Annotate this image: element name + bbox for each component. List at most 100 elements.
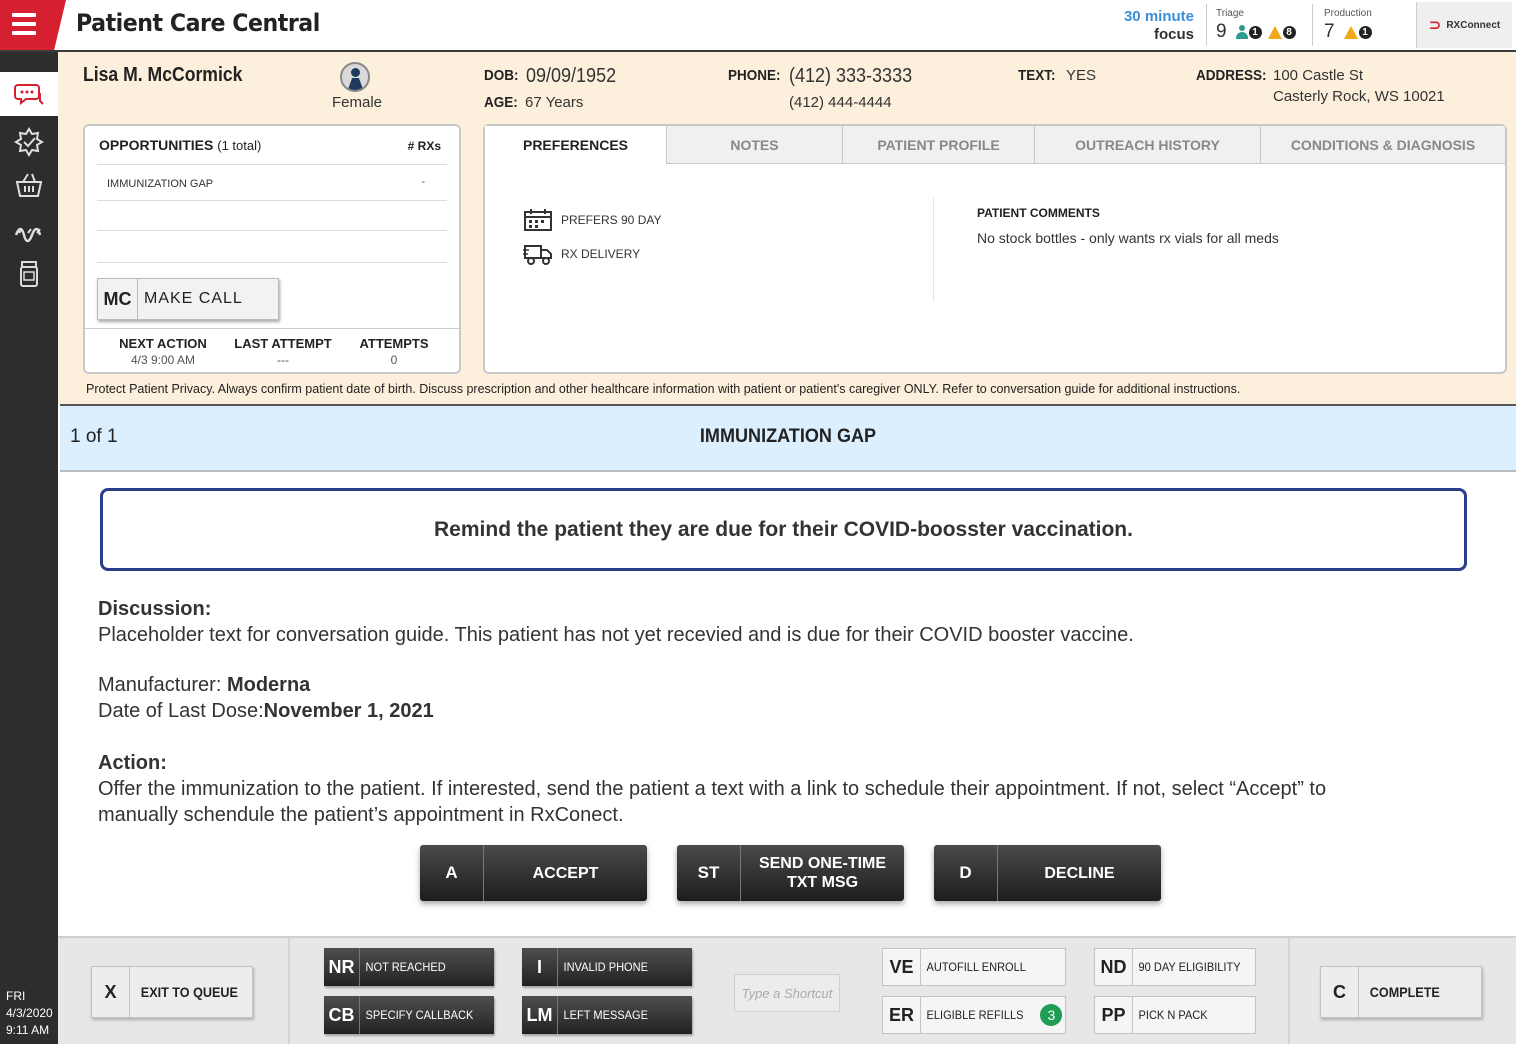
production-stat[interactable]: Production 7 1 [1324, 8, 1375, 43]
exit-label: EXIT TO QUEUE [140, 984, 238, 1000]
menu-button[interactable] [0, 0, 66, 50]
invalid-phone-label: INVALID PHONE [563, 960, 648, 974]
divider [1312, 4, 1313, 46]
specify-callback-button[interactable]: CB SPECIFY CALLBACK [324, 996, 494, 1034]
dob-value: 09/09/1952 [526, 65, 617, 87]
discussion-label: Discussion: [98, 598, 212, 620]
rxconnect-button[interactable]: ⊃ RXConnect [1416, 2, 1512, 48]
rail-item-chat[interactable] [0, 72, 58, 116]
return-icon: ⊃ [1428, 17, 1442, 34]
attempts-label: ATTEMPTS [359, 336, 429, 351]
rail-item-bottle[interactable] [0, 252, 58, 296]
dob-label: DOB: [484, 67, 519, 84]
basket-icon [15, 173, 43, 197]
rail-item-pills[interactable] [0, 208, 58, 252]
decline-button[interactable]: D DECLINE [934, 845, 1161, 901]
top-bar: Patient Care Central 30 minute focus Tri… [0, 0, 1516, 52]
rail-item-basket[interactable] [0, 164, 58, 208]
exit-key: X [92, 967, 130, 1017]
opportunity-title: IMMUNIZATION GAP [699, 426, 877, 447]
date-time: FRI 4/3/2020 9:11 AM [6, 988, 53, 1039]
production-label: Production [1324, 8, 1372, 19]
send-text-label: SEND ONE-TIME TXT MSG [741, 854, 904, 892]
opportunity-item-name[interactable]: IMMUNIZATION GAP [107, 178, 213, 190]
autofill-key: VE [883, 949, 921, 985]
autofill-enroll-button[interactable]: VE AUTOFILL ENROLL [882, 948, 1066, 986]
last-attempt-value: --- [277, 353, 289, 367]
text-label: TEXT: [1018, 67, 1056, 84]
invalid-phone-button[interactable]: I INVALID PHONE [522, 948, 692, 986]
opportunities-header: OPPORTUNITIES (1 total) [99, 137, 261, 153]
phone-secondary[interactable]: (412) 444-4444 [789, 94, 892, 111]
female-icon [340, 62, 370, 92]
send-text-key: ST [677, 845, 741, 901]
focus-line1: 30 minute [1123, 8, 1194, 25]
rail-item-badge[interactable] [0, 120, 58, 164]
eligible-refills-button[interactable]: ER ELIGIBLE REFILLS 3 [882, 996, 1066, 1034]
pick-n-pack-button[interactable]: PP PICK N PACK [1094, 996, 1256, 1034]
tab-preferences[interactable]: PREFERENCES [485, 126, 667, 164]
last-dose-label: Date of Last Dose: [98, 700, 264, 722]
tab-patient-profile[interactable]: PATIENT PROFILE [843, 126, 1035, 164]
bottle-icon [20, 261, 38, 287]
triage-stat[interactable]: Triage 9 1 8 [1216, 8, 1299, 43]
accept-key: A [420, 845, 484, 901]
specify-callback-label: SPECIFY CALLBACK [365, 1008, 474, 1022]
tab-bar: PREFERENCES NOTES PATIENT PROFILE OUTREA… [485, 126, 1505, 164]
dose-info: Manufacturer: Moderna Date of Last Dose:… [98, 672, 434, 724]
privacy-notice: Protect Patient Privacy. Always confirm … [86, 382, 1241, 396]
last-dose-value: November 1, 2021 [263, 700, 434, 722]
send-text-label-line2: TXT MSG [786, 874, 859, 891]
patient-name: Lisa M. McCormick [83, 64, 243, 86]
rxconnect-label: RXConnect [1446, 19, 1501, 31]
attempts-value: 0 [390, 353, 398, 367]
make-call-button[interactable]: MC MAKE CALL [97, 278, 279, 320]
rail-date: 4/3/2020 [6, 1006, 53, 1020]
opportunities-total: (1 total) [217, 138, 262, 153]
pick-n-pack-key: PP [1095, 997, 1133, 1033]
focus-line2: focus [1153, 26, 1194, 43]
reminder-box: Remind the patient they are due for thei… [100, 488, 1467, 571]
eligible-refills-label: ELIGIBLE REFILLS [926, 1008, 1024, 1022]
90-day-eligibility-button[interactable]: ND 90 DAY ELIGIBILITY [1094, 948, 1256, 986]
complete-key: C [1321, 967, 1359, 1017]
patient-tabs-panel: PREFERENCES NOTES PATIENT PROFILE OUTREA… [483, 124, 1507, 374]
manufacturer-value: Moderna [226, 674, 311, 696]
tab-outreach-history[interactable]: OUTREACH HISTORY [1035, 126, 1261, 164]
accept-button[interactable]: A ACCEPT [420, 845, 647, 901]
shortcut-input[interactable]: Type a Shortcut [734, 974, 840, 1012]
tab-notes[interactable]: NOTES [667, 126, 843, 164]
eligible-refills-key: ER [883, 997, 921, 1033]
divider [1288, 938, 1290, 1044]
phone-primary[interactable]: (412) 333-3333 [789, 65, 912, 88]
eligible-refills-badge: 3 [1040, 1004, 1063, 1026]
address-line1: 100 Castle St [1273, 67, 1364, 84]
opportunities-panel: OPPORTUNITIES (1 total) # RXs IMMUNIZATI… [83, 124, 461, 374]
warning-icon [1267, 25, 1282, 39]
action-text-line1: Offer the immunization to the patient. I… [98, 778, 1327, 800]
discussion-text: Placeholder text for conversation guide.… [98, 624, 1134, 646]
triage-people-count: 1 [1248, 25, 1262, 39]
specify-callback-key: CB [324, 996, 360, 1034]
app-title: Patient Care Central [76, 9, 320, 37]
discussion-section: Discussion: Placeholder text for convers… [98, 596, 1134, 648]
chat-icon [14, 84, 44, 106]
rxs-header: # RXs [407, 139, 441, 153]
rail-time: 9:11 AM [6, 1023, 50, 1037]
make-call-label: MAKE CALL [144, 290, 243, 307]
divider [97, 164, 447, 165]
text-value: YES [1066, 67, 1097, 84]
decline-key: D [934, 845, 998, 901]
send-text-button[interactable]: ST SEND ONE-TIME TXT MSG [677, 845, 904, 901]
rail-day: FRI [6, 989, 26, 1003]
patient-header: Lisa M. McCormick Female DOB: 09/09/1952… [58, 52, 1516, 404]
tab-conditions-diagnosis[interactable]: CONDITIONS & DIAGNOSIS [1261, 126, 1505, 164]
action-label: Action: [98, 752, 167, 774]
left-message-button[interactable]: LM LEFT MESSAGE [522, 996, 692, 1034]
complete-label: COMPLETE [1369, 984, 1440, 1000]
production-value: 7 [1324, 21, 1335, 42]
exit-to-queue-button[interactable]: X EXIT TO QUEUE [91, 966, 253, 1018]
complete-button[interactable]: C COMPLETE [1320, 966, 1482, 1018]
opportunity-item-rxs: - [421, 176, 425, 188]
not-reached-button[interactable]: NR NOT REACHED [324, 948, 494, 986]
